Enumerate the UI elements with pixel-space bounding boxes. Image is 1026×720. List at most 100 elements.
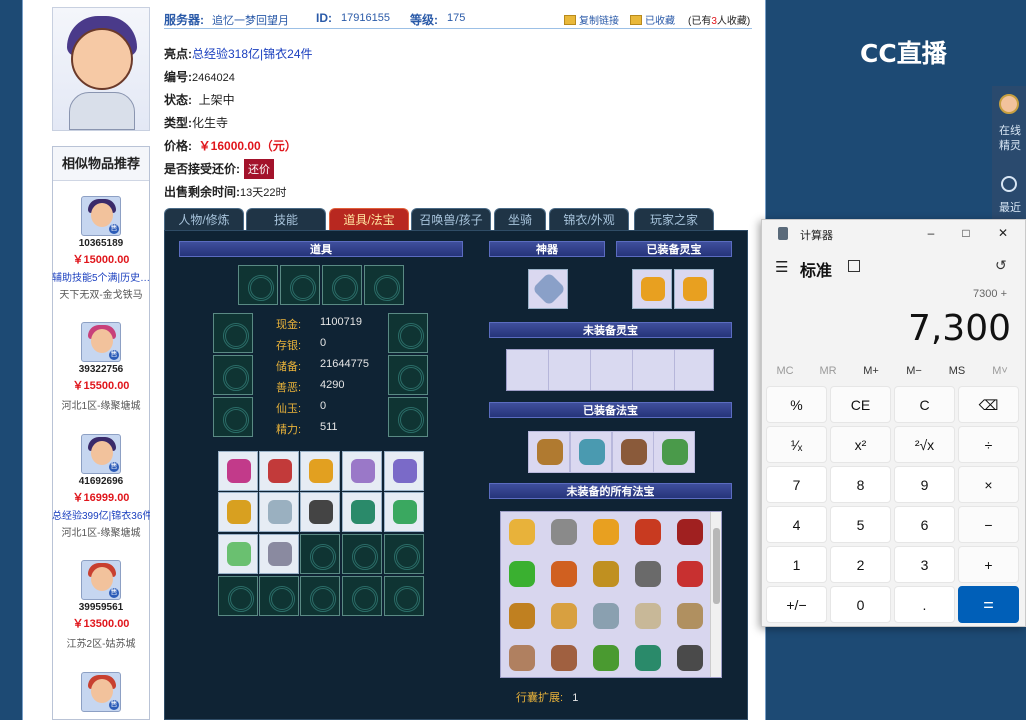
- close-icon[interactable]: ✕: [991, 224, 1015, 242]
- inventory-item[interactable]: [218, 451, 258, 491]
- similar-item-avatar[interactable]: 售: [81, 322, 121, 362]
- right-equip-slot[interactable]: [388, 313, 428, 353]
- inventory-item[interactable]: [300, 451, 340, 491]
- bag-fabao-item[interactable]: [669, 554, 711, 596]
- calc-key[interactable]: x²: [830, 426, 891, 463]
- right-equip-slot[interactable]: [388, 355, 428, 395]
- calc-key[interactable]: 9: [894, 466, 955, 503]
- memory-button[interactable]: MS: [937, 365, 977, 377]
- inventory-item[interactable]: [384, 492, 424, 532]
- sidebar-online-sprite[interactable]: 在线精灵: [995, 124, 1025, 154]
- left-equip-slot[interactable]: [213, 313, 253, 353]
- inventory-empty-slot[interactable]: [218, 576, 258, 616]
- bag-fabao-item[interactable]: [501, 638, 543, 680]
- clock-icon[interactable]: [1001, 176, 1017, 192]
- minimize-icon[interactable]: –: [919, 224, 943, 242]
- calc-key[interactable]: =: [958, 586, 1019, 623]
- inventory-item[interactable]: [300, 492, 340, 532]
- similar-item-avatar[interactable]: 售: [81, 560, 121, 600]
- inventory-item[interactable]: [384, 451, 424, 491]
- calc-key[interactable]: 6: [894, 506, 955, 543]
- sprite-avatar-icon[interactable]: [999, 94, 1019, 114]
- bag-fabao-item[interactable]: [669, 512, 711, 554]
- artifact-slot[interactable]: [528, 269, 568, 309]
- inventory-item[interactable]: [218, 492, 258, 532]
- memory-button[interactable]: M−: [894, 365, 934, 377]
- inventory-empty-slot[interactable]: [259, 576, 299, 616]
- similar-item[interactable]: 售 10365189 ￥15000.00 辅助技能5个满|历史… 天下无双-金戈铁马: [52, 196, 150, 301]
- bag-scroll-thumb[interactable]: [713, 528, 720, 604]
- bag-fabao-item[interactable]: [627, 554, 669, 596]
- right-equip-slot[interactable]: [388, 397, 428, 437]
- history-icon[interactable]: ↺: [995, 257, 1007, 274]
- bag-fabao-item[interactable]: [543, 512, 585, 554]
- bag-fabao-item[interactable]: [627, 638, 669, 680]
- memory-button[interactable]: M+: [851, 365, 891, 377]
- calc-key[interactable]: −: [958, 506, 1019, 543]
- calc-key[interactable]: CE: [830, 386, 891, 423]
- inventory-item[interactable]: [259, 534, 299, 574]
- bag-fabao-item[interactable]: [669, 596, 711, 638]
- tab-2[interactable]: 道具/法宝: [329, 208, 409, 230]
- bag-fabao-item[interactable]: [627, 596, 669, 638]
- memory-button[interactable]: MC: [765, 365, 805, 377]
- similar-item-highlight[interactable]: 总经验399亿|锦衣36件: [52, 507, 150, 522]
- calc-key[interactable]: C: [894, 386, 955, 423]
- top-equip-slot[interactable]: [280, 265, 320, 305]
- bag-fabao-item[interactable]: [543, 554, 585, 596]
- inventory-item[interactable]: [342, 451, 382, 491]
- similar-item-avatar[interactable]: 售: [81, 434, 121, 474]
- equipped-fabao-slot[interactable]: [570, 431, 612, 473]
- inventory-empty-slot[interactable]: [342, 576, 382, 616]
- tab-5[interactable]: 锦衣/外观: [549, 208, 629, 230]
- calc-key[interactable]: +/−: [766, 586, 827, 623]
- memory-button[interactable]: MR: [808, 365, 848, 377]
- tab-3[interactable]: 召唤兽/孩子: [411, 208, 491, 230]
- equipped-fabao-slot[interactable]: [612, 431, 654, 473]
- menu-icon[interactable]: ☰: [775, 258, 788, 276]
- calc-key[interactable]: 4: [766, 506, 827, 543]
- tab-0[interactable]: 人物/修炼: [164, 208, 244, 230]
- copy-link-button[interactable]: 复制链接: [564, 12, 619, 27]
- inventory-empty-slot[interactable]: [384, 534, 424, 574]
- calc-key[interactable]: ÷: [958, 426, 1019, 463]
- calc-key[interactable]: 1: [766, 546, 827, 583]
- top-equip-slot[interactable]: [322, 265, 362, 305]
- calc-key[interactable]: 5: [830, 506, 891, 543]
- tab-4[interactable]: 坐骑: [494, 208, 546, 230]
- calc-key[interactable]: 7: [766, 466, 827, 503]
- similar-item-avatar[interactable]: 售: [81, 196, 121, 236]
- calc-key[interactable]: 0: [830, 586, 891, 623]
- inventory-item[interactable]: [342, 492, 382, 532]
- lingbao-slot-1[interactable]: [632, 269, 672, 309]
- similar-item[interactable]: 售 39322756 ￥15500.00 河北1区-缘聚塘城: [52, 322, 150, 412]
- similar-item-avatar[interactable]: 售: [81, 672, 121, 712]
- top-equip-slot[interactable]: [364, 265, 404, 305]
- calc-key[interactable]: %: [766, 386, 827, 423]
- inventory-item[interactable]: [218, 534, 258, 574]
- left-equip-slot[interactable]: [213, 397, 253, 437]
- calc-key[interactable]: .: [894, 586, 955, 623]
- inventory-empty-slot[interactable]: [384, 576, 424, 616]
- inventory-empty-slot[interactable]: [300, 576, 340, 616]
- bag-fabao-item[interactable]: [585, 512, 627, 554]
- similar-item[interactable]: 售 41692696 ￥16999.00 总经验399亿|锦衣36件 河北1区-缘聚塘城: [52, 434, 150, 539]
- bag-fabao-item[interactable]: [585, 596, 627, 638]
- favorite-button[interactable]: 已收藏: [630, 12, 675, 27]
- similar-item[interactable]: 售 39959561 ￥13500.00 江苏2区-姑苏城: [52, 560, 150, 650]
- tab-1[interactable]: 技能: [246, 208, 326, 230]
- inventory-empty-slot[interactable]: [342, 534, 382, 574]
- bag-fabao-item[interactable]: [501, 596, 543, 638]
- calc-key[interactable]: ¹⁄ₓ: [766, 426, 827, 463]
- inventory-item[interactable]: [259, 451, 299, 491]
- calc-key[interactable]: ×: [958, 466, 1019, 503]
- keep-on-top-icon[interactable]: [848, 260, 860, 272]
- similar-item[interactable]: 售: [52, 672, 150, 716]
- equipped-fabao-slot[interactable]: [528, 431, 570, 473]
- top-equip-slot[interactable]: [238, 265, 278, 305]
- tab-6[interactable]: 玩家之家: [634, 208, 714, 230]
- bag-fabao-item[interactable]: [669, 638, 711, 680]
- calc-key[interactable]: 3: [894, 546, 955, 583]
- bag-fabao-item[interactable]: [543, 638, 585, 680]
- calc-key[interactable]: 8: [830, 466, 891, 503]
